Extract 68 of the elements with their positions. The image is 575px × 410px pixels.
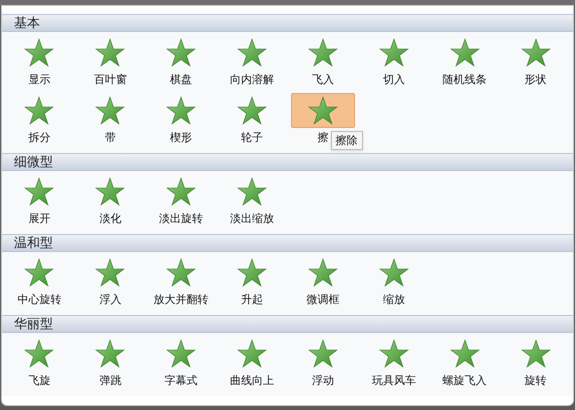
option-label: 缩放	[382, 294, 405, 305]
option-label: 玩具风车	[372, 375, 416, 386]
animation-option[interactable]	[290, 93, 355, 128]
star-icon	[308, 96, 338, 126]
option-label: 轮子	[241, 132, 264, 143]
option-label: 淡化	[99, 213, 122, 224]
star-icon	[237, 38, 268, 68]
star-icon	[166, 96, 196, 126]
option-label: 棋盘	[170, 74, 192, 85]
option-label: 拆分	[28, 132, 50, 143]
option-label: 微调框	[306, 294, 340, 305]
tooltip: 擦除	[330, 131, 362, 150]
star-icon	[166, 338, 196, 368]
star-icon	[237, 176, 268, 206]
option-label: 字幕式	[164, 375, 198, 386]
option-label: 向内溶解	[230, 74, 274, 85]
option-label: 淡出缩放	[230, 213, 274, 224]
option-label: 飞旋	[28, 375, 50, 386]
star-icon	[166, 176, 196, 206]
option-label: 淡出旋转	[159, 213, 204, 224]
star-icon	[237, 338, 268, 368]
option-label: 放大并翻转	[154, 294, 209, 305]
star-icon	[95, 38, 126, 68]
option-label: 弹跳	[99, 375, 122, 386]
option-label: 浮入	[99, 294, 122, 305]
option-label: 百叶窗	[94, 74, 127, 85]
option-label: 显示	[28, 74, 50, 85]
star-icon	[308, 258, 338, 288]
section-title: 华丽型	[14, 318, 53, 330]
option-label: 中心旋转	[17, 294, 62, 305]
star-icon	[308, 338, 338, 368]
star-icon	[520, 38, 551, 68]
option-label: 螺旋飞入	[442, 375, 487, 386]
star-icon	[95, 176, 126, 206]
star-icon	[378, 38, 409, 68]
star-icon	[450, 338, 480, 368]
star-icon	[450, 38, 480, 68]
star-icon	[237, 96, 268, 126]
option-label: 擦	[317, 132, 328, 143]
option-label: 切入	[382, 74, 405, 85]
option-label: 楔形	[170, 132, 192, 143]
section-title: 温和型	[14, 236, 53, 250]
star-icon	[166, 258, 196, 288]
option-label: 随机线条	[442, 74, 487, 85]
star-icon	[95, 96, 126, 126]
star-icon	[378, 258, 409, 288]
section-title: 细微型	[14, 156, 53, 168]
star-icon	[95, 338, 126, 368]
option-label: 形状	[524, 74, 547, 85]
star-icon	[24, 338, 54, 368]
section-title: 基本	[14, 16, 40, 30]
star-icon	[237, 258, 268, 288]
star-icon	[24, 176, 54, 206]
option-label: 飞入	[312, 74, 334, 85]
star-icon	[24, 96, 54, 126]
option-label: 展开	[28, 213, 50, 224]
star-icon	[24, 258, 54, 288]
option-label: 带	[104, 132, 116, 143]
star-icon	[308, 38, 338, 68]
star-icon	[95, 258, 126, 288]
option-label: 曲线向上	[230, 375, 274, 386]
option-label: 浮动	[312, 375, 334, 386]
star-icon	[166, 38, 196, 68]
option-label: 升起	[241, 294, 264, 305]
star-icon	[378, 338, 409, 368]
star-icon	[520, 338, 551, 368]
option-label: 旋转	[524, 375, 547, 386]
star-icon	[24, 38, 54, 68]
